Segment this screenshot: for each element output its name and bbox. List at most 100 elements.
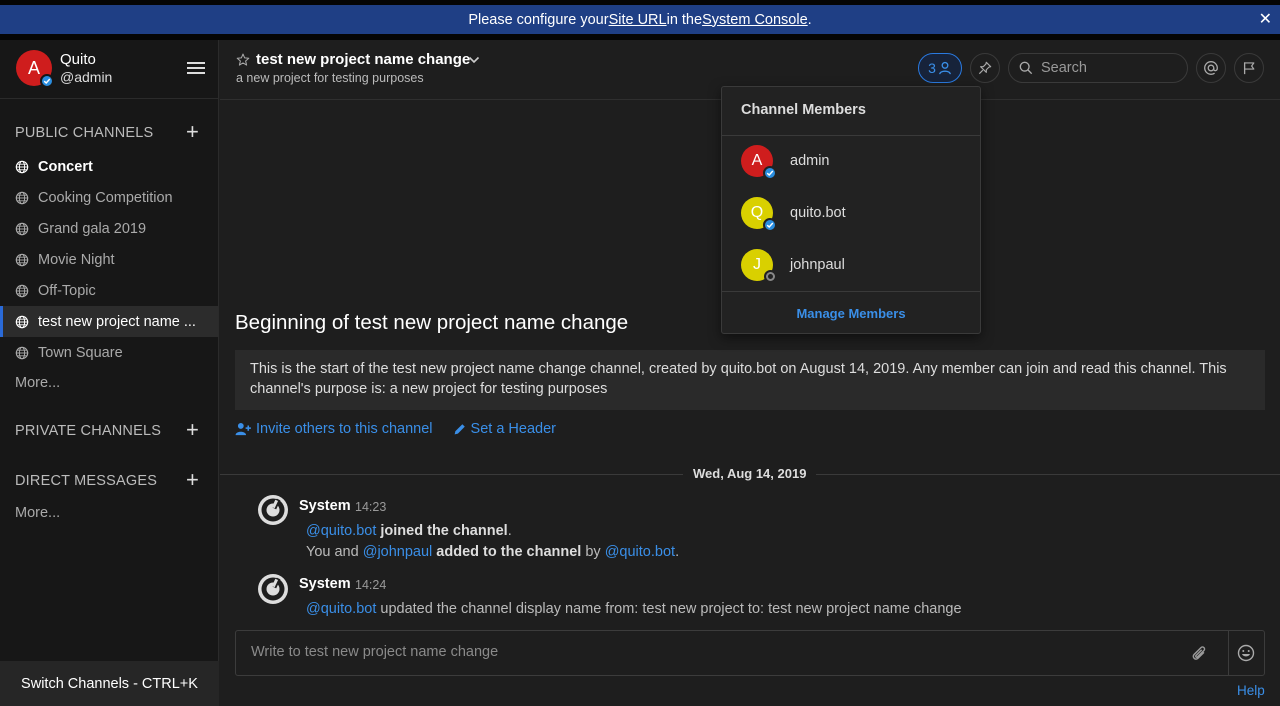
- post-message: @quito.bot updated the channel display n…: [306, 601, 962, 617]
- post-text: .: [675, 544, 680, 560]
- user-mention[interactable]: @quito.bot: [306, 601, 376, 617]
- invite-others-label: Invite others to this channel: [256, 421, 433, 437]
- channel-members-button[interactable]: 3: [918, 53, 962, 83]
- globe-icon: [15, 160, 29, 173]
- more-direct-messages-link[interactable]: More...: [15, 505, 60, 521]
- manage-members-button[interactable]: Manage Members: [722, 306, 980, 321]
- private-channels-title: PRIVATE CHANNELS: [15, 423, 162, 439]
- search-input[interactable]: [1041, 60, 1171, 76]
- paperclip-icon[interactable]: [1191, 645, 1209, 663]
- verified-badge-icon: [40, 74, 54, 88]
- close-icon[interactable]: ✕: [1259, 9, 1272, 29]
- member-icon: [938, 61, 951, 75]
- add-private-channel-button[interactable]: +: [186, 419, 199, 441]
- sidebar-item-label: Cooking Competition: [38, 189, 173, 206]
- at-mention-icon: [1204, 61, 1218, 75]
- direct-messages-title: DIRECT MESSAGES: [15, 473, 158, 489]
- member-row-admin[interactable]: A admin: [741, 144, 961, 180]
- sidebar-item-label: test new project name ...: [38, 313, 196, 330]
- post-message: @quito.bot joined the channel.: [306, 523, 512, 539]
- banner-text-middle: in the: [666, 11, 703, 28]
- popover-divider: [722, 135, 980, 136]
- member-count: 3: [928, 60, 936, 76]
- invite-others-button[interactable]: Invite others to this channel: [235, 421, 433, 437]
- channel-intro-description: This is the start of the test new projec…: [235, 350, 1265, 410]
- system-avatar-icon: [258, 574, 288, 604]
- help-link[interactable]: Help: [1237, 683, 1265, 698]
- add-user-icon: [235, 423, 251, 436]
- member-name: johnpaul: [790, 257, 845, 273]
- member-name: quito.bot: [790, 205, 846, 221]
- current-username: @admin: [60, 69, 113, 85]
- post-text: You and: [306, 544, 363, 560]
- user-mention[interactable]: @johnpaul: [363, 544, 433, 560]
- message-input[interactable]: [251, 644, 1171, 666]
- avatar-letter: J: [753, 256, 761, 273]
- set-header-label: Set a Header: [470, 421, 556, 437]
- add-public-channel-button[interactable]: +: [186, 121, 199, 143]
- member-name: admin: [790, 153, 830, 169]
- globe-icon: [15, 315, 29, 328]
- sidebar-item-off-topic[interactable]: Off-Topic: [0, 275, 218, 306]
- post-time[interactable]: 14:23: [355, 500, 386, 514]
- post-author[interactable]: System: [299, 498, 351, 514]
- member-row-johnpaul[interactable]: J johnpaul: [741, 248, 961, 283]
- system-console-link[interactable]: System Console: [702, 12, 808, 28]
- announcement-banner: Please configure your Site URL in the Sy…: [0, 0, 1280, 40]
- sidebar-item-label: Movie Night: [38, 251, 115, 268]
- avatar: Q: [741, 197, 777, 232]
- add-direct-message-button[interactable]: +: [186, 469, 199, 491]
- flag-icon: [1243, 62, 1255, 75]
- member-row-quito-bot[interactable]: Q quito.bot: [741, 196, 961, 232]
- composer-divider: [1228, 631, 1229, 675]
- verified-badge-icon: [763, 166, 777, 180]
- set-header-button[interactable]: Set a Header: [453, 421, 556, 437]
- post-text: .: [507, 523, 512, 539]
- channel-members-popover: Channel Members A admin Q quito.bot J jo…: [721, 86, 981, 334]
- user-mention[interactable]: @quito.bot: [605, 544, 675, 560]
- post-time[interactable]: 14:24: [355, 578, 386, 592]
- globe-icon: [15, 253, 29, 266]
- globe-icon: [15, 191, 29, 204]
- public-channels-title: PUBLIC CHANNELS: [15, 125, 154, 141]
- switch-channels-button[interactable]: Switch Channels - CTRL+K: [0, 661, 219, 706]
- pin-icon: [978, 61, 992, 75]
- sidebar-item-test-new-project[interactable]: test new project name ...: [0, 306, 218, 337]
- star-icon[interactable]: [236, 53, 250, 67]
- channel-intro-actions: Invite others to this channel Set a Head…: [235, 421, 556, 437]
- channel-intro-title: Beginning of test new project name chang…: [235, 311, 629, 334]
- sidebar-item-label: Concert: [38, 158, 93, 175]
- sidebar-item-cooking-competition[interactable]: Cooking Competition: [0, 182, 218, 213]
- main-menu-icon[interactable]: [187, 62, 205, 76]
- avatar[interactable]: A: [16, 50, 54, 88]
- globe-icon: [15, 346, 29, 359]
- recent-mentions-button[interactable]: [1196, 53, 1226, 83]
- globe-icon: [15, 222, 29, 235]
- post-author[interactable]: System: [299, 576, 351, 592]
- user-mention[interactable]: @quito.bot: [306, 523, 376, 539]
- chevron-down-icon[interactable]: [468, 55, 480, 65]
- channel-title[interactable]: test new project name change: [256, 51, 470, 68]
- pinned-posts-button[interactable]: [970, 53, 1000, 83]
- sidebar: A Quito @admin PUBLIC CHANNELS + Concert…: [0, 40, 219, 706]
- sidebar-item-grand-gala-2019[interactable]: Grand gala 2019: [0, 213, 218, 244]
- avatar: A: [741, 145, 777, 180]
- more-public-channels-link[interactable]: More...: [15, 375, 60, 391]
- offline-status-icon: [764, 270, 777, 283]
- search-box[interactable]: [1008, 53, 1188, 83]
- search-icon: [1019, 61, 1033, 75]
- flagged-posts-button[interactable]: [1234, 53, 1264, 83]
- site-url-link[interactable]: Site URL: [609, 12, 667, 28]
- sidebar-item-movie-night[interactable]: Movie Night: [0, 244, 218, 275]
- post-message: You and @johnpaul added to the channel b…: [306, 544, 679, 560]
- message-composer: [235, 630, 1265, 676]
- sidebar-item-town-square[interactable]: Town Square: [0, 337, 218, 368]
- sidebar-item-concert[interactable]: Concert: [0, 151, 218, 182]
- popover-divider: [722, 291, 980, 292]
- sidebar-item-label: Grand gala 2019: [38, 220, 147, 237]
- announcement-banner-content: Please configure your Site URL in the Sy…: [0, 5, 1280, 34]
- system-avatar-icon: [258, 495, 288, 525]
- sidebar-item-label: Town Square: [38, 344, 123, 361]
- team-header[interactable]: A Quito @admin: [0, 40, 219, 99]
- emoji-icon[interactable]: [1237, 644, 1255, 662]
